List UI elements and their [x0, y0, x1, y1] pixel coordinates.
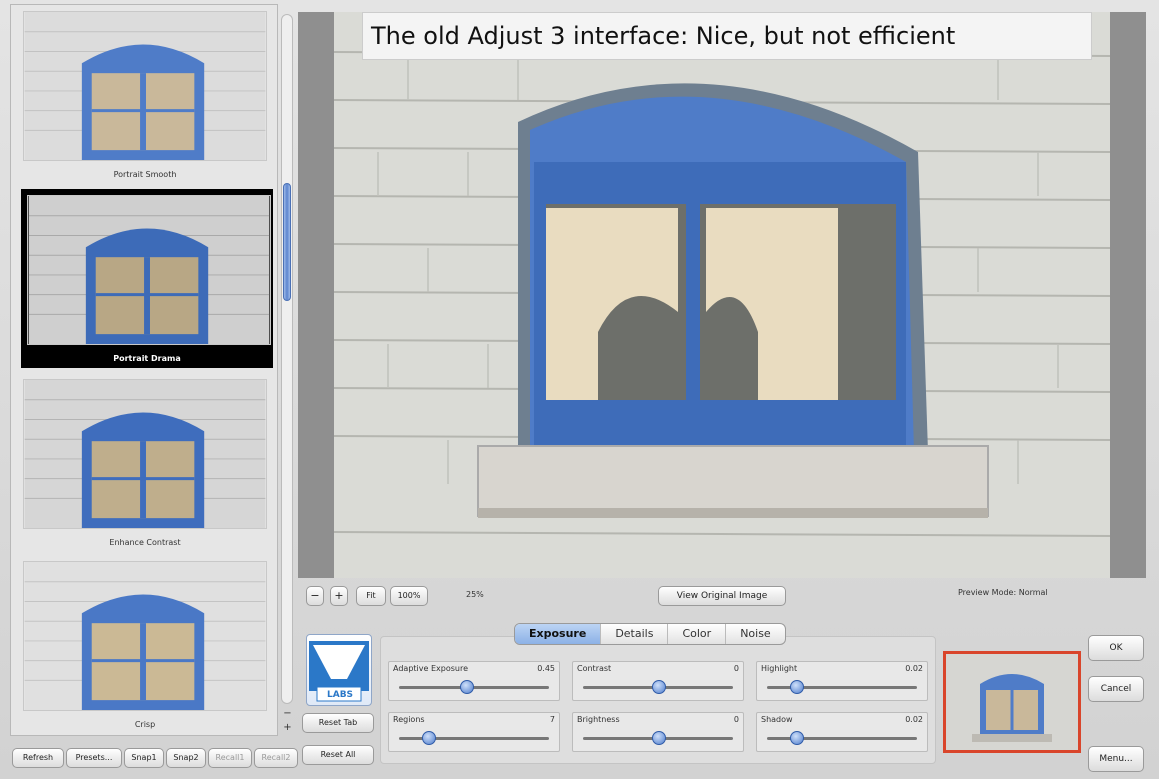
image-preview[interactable] — [298, 12, 1146, 578]
navigator-image — [946, 654, 1078, 750]
slider-knob[interactable] — [422, 731, 437, 745]
preset-thumbnail — [23, 379, 267, 529]
preset-item-selected[interactable]: Portrait Drama — [21, 189, 273, 368]
tab-noise[interactable]: Noise — [726, 624, 785, 644]
slider-shadow[interactable]: Shadow 0.02 — [756, 712, 928, 752]
overlay-caption: The old Adjust 3 interface: Nice, but no… — [362, 12, 1092, 60]
slider-label: Contrast — [577, 664, 612, 673]
slider-value: 0.02 — [905, 664, 923, 673]
slider-knob[interactable] — [790, 680, 805, 694]
tab-details[interactable]: Details — [601, 624, 669, 644]
thumb-size-plus-icon[interactable]: + — [282, 722, 293, 734]
slider-label: Brightness — [577, 715, 620, 724]
slider-knob[interactable] — [652, 680, 666, 694]
ok-button[interactable]: OK — [1088, 635, 1144, 661]
slider-knob[interactable] — [652, 731, 666, 745]
adjustment-tabs: Exposure Details Color Noise — [514, 623, 786, 645]
zoom-100-button[interactable]: 100% — [390, 586, 428, 606]
zoom-in-button[interactable]: + — [330, 586, 348, 606]
recall1-button[interactable]: Recall1 — [208, 748, 252, 768]
snap1-button[interactable]: Snap1 — [124, 748, 164, 768]
slider-value: 7 — [549, 715, 555, 724]
slider-knob[interactable] — [790, 731, 805, 745]
slider-highlight[interactable]: Highlight 0.02 — [756, 661, 928, 701]
slider-value: 0.45 — [537, 664, 555, 673]
reset-tab-button[interactable]: Reset Tab — [302, 713, 374, 733]
adjust-dialog: Portrait Smooth Portrait Drama Enhance C… — [0, 0, 1159, 779]
cancel-button[interactable]: Cancel — [1088, 676, 1144, 702]
slider-contrast[interactable]: Contrast 0 — [572, 661, 744, 701]
tab-exposure[interactable]: Exposure — [515, 624, 602, 644]
slider-value: 0.02 — [905, 715, 923, 724]
preview-image — [298, 12, 1146, 578]
zoom-level-text: 25% — [466, 590, 484, 599]
slider-adaptive-exposure[interactable]: Adaptive Exposure 0.45 — [388, 661, 560, 701]
zoom-out-button[interactable]: − — [306, 586, 324, 606]
preset-item[interactable]: Portrait Smooth — [19, 11, 271, 182]
preset-label: Enhance Contrast — [109, 538, 181, 547]
scrollbar-thumb[interactable] — [283, 183, 291, 301]
tab-color[interactable]: Color — [668, 624, 727, 644]
preview-mode-text: Preview Mode: Normal — [958, 588, 1048, 597]
recall2-button[interactable]: Recall2 — [254, 748, 298, 768]
slider-regions[interactable]: Regions 7 — [388, 712, 560, 752]
view-original-button[interactable]: View Original Image — [658, 586, 786, 606]
slider-label: Adaptive Exposure — [393, 664, 468, 673]
slider-knob[interactable] — [460, 680, 475, 694]
zoom-fit-button[interactable]: Fit — [356, 586, 386, 606]
navigator-thumbnail[interactable] — [943, 651, 1081, 753]
preset-label: Portrait Smooth — [113, 170, 177, 179]
preset-thumbnail — [23, 561, 267, 711]
slider-label: Shadow — [761, 715, 793, 724]
preset-scrollbar[interactable] — [281, 14, 293, 704]
presets-button[interactable]: Presets... — [66, 748, 122, 768]
preset-thumbnail — [27, 195, 271, 345]
reset-all-button[interactable]: Reset All — [302, 745, 374, 765]
slider-label: Highlight — [761, 664, 798, 673]
thumb-size-minus-icon[interactable]: − — [282, 708, 293, 720]
preset-thumbnail — [23, 11, 267, 161]
logo-label: LABS — [327, 690, 354, 700]
menu-button[interactable]: Menu... — [1088, 746, 1144, 772]
snap2-button[interactable]: Snap2 — [166, 748, 206, 768]
refresh-button[interactable]: Refresh — [12, 748, 64, 768]
preset-label: Portrait Drama — [113, 354, 181, 363]
slider-brightness[interactable]: Brightness 0 — [572, 712, 744, 752]
preset-item[interactable]: Enhance Contrast — [19, 379, 271, 550]
preset-item[interactable]: Crisp — [19, 561, 271, 732]
slider-value: 0 — [733, 715, 739, 724]
slider-label: Regions — [393, 715, 425, 724]
slider-value: 0 — [733, 664, 739, 673]
preset-list: Portrait Smooth Portrait Drama Enhance C… — [10, 4, 278, 736]
preset-label: Crisp — [134, 720, 156, 729]
